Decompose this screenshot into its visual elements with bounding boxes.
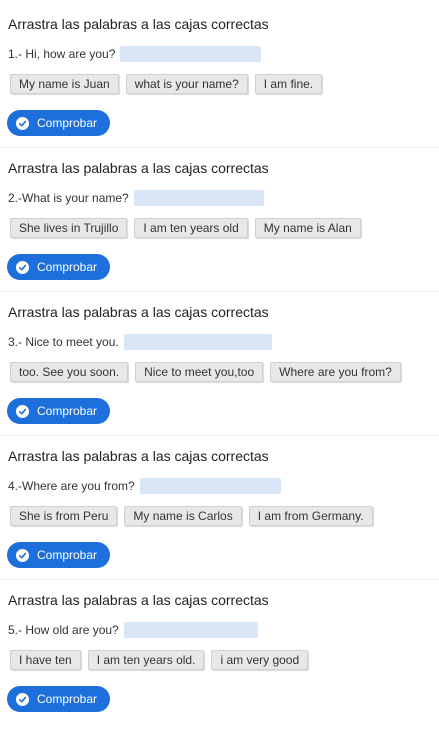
check-circle-icon xyxy=(16,548,29,562)
instruction-text: Arrastra las palabras a las cajas correc… xyxy=(8,448,269,464)
check-circle-icon xyxy=(16,404,29,418)
word-options: I have ten I am ten years old. i am very… xyxy=(10,650,315,670)
check-button-label: Comprobar xyxy=(37,692,98,706)
word-chip[interactable]: I have ten xyxy=(10,650,81,670)
check-button-label: Comprobar xyxy=(37,404,98,418)
question-line: 5.- How old are you? xyxy=(8,620,258,640)
exercise-2: Arrastra las palabras a las cajas correc… xyxy=(0,148,439,292)
check-circle-icon xyxy=(16,116,29,130)
answer-drop-box[interactable] xyxy=(139,478,281,494)
instruction-text: Arrastra las palabras a las cajas correc… xyxy=(8,592,269,608)
word-chip[interactable]: I am ten years old. xyxy=(87,650,205,670)
instruction-text: Arrastra las palabras a las cajas correc… xyxy=(8,16,269,32)
word-chip[interactable]: Nice to meet you,too xyxy=(135,362,264,382)
question-text: 4.-Where are you from? xyxy=(8,479,135,493)
check-button[interactable]: Comprobar xyxy=(7,254,111,280)
answer-drop-box[interactable] xyxy=(123,622,258,638)
exercise-4: Arrastra las palabras a las cajas correc… xyxy=(0,436,439,580)
exercise-1: Arrastra las palabras a las cajas correc… xyxy=(0,4,439,148)
word-options: She is from Peru My name is Carlos I am … xyxy=(10,506,380,526)
check-button-label: Comprobar xyxy=(37,116,98,130)
word-options: too. See you soon. Nice to meet you,too … xyxy=(10,362,408,382)
word-chip[interactable]: too. See you soon. xyxy=(10,362,129,382)
word-options: My name is Juan what is your name? I am … xyxy=(10,74,329,94)
answer-drop-box[interactable] xyxy=(133,190,264,206)
exercise-5: Arrastra las palabras a las cajas correc… xyxy=(0,580,439,724)
check-button[interactable]: Comprobar xyxy=(7,110,111,136)
word-chip[interactable]: I am from Germany. xyxy=(248,506,373,526)
check-button[interactable]: Comprobar xyxy=(7,398,111,424)
instruction-text: Arrastra las palabras a las cajas correc… xyxy=(8,160,269,176)
question-line: 1.- Hi, how are you? xyxy=(8,44,262,64)
question-text: 5.- How old are you? xyxy=(8,623,119,637)
word-chip[interactable]: My name is Juan xyxy=(10,74,119,94)
word-chip[interactable]: Where are you from? xyxy=(270,362,401,382)
exercise-3: Arrastra las palabras a las cajas correc… xyxy=(0,292,439,436)
question-line: 3.- Nice to meet you. xyxy=(8,332,272,352)
word-chip[interactable]: She is from Peru xyxy=(10,506,118,526)
check-button[interactable]: Comprobar xyxy=(7,542,111,568)
check-circle-icon xyxy=(16,692,29,706)
question-text: 2.-What is your name? xyxy=(8,191,129,205)
check-button[interactable]: Comprobar xyxy=(7,686,111,712)
answer-drop-box[interactable] xyxy=(123,334,272,350)
word-options: She lives in Trujillo I am ten years old… xyxy=(10,218,368,238)
word-chip[interactable]: I am fine. xyxy=(254,74,323,94)
question-line: 4.-Where are you from? xyxy=(8,476,281,496)
word-chip[interactable]: My name is Alan xyxy=(254,218,361,238)
check-button-label: Comprobar xyxy=(37,548,98,562)
word-chip[interactable]: what is your name? xyxy=(125,74,248,94)
question-text: 1.- Hi, how are you? xyxy=(8,47,116,61)
word-chip[interactable]: i am very good xyxy=(211,650,309,670)
word-chip[interactable]: My name is Carlos xyxy=(124,506,242,526)
check-button-label: Comprobar xyxy=(37,260,98,274)
word-chip[interactable]: I am ten years old xyxy=(134,218,248,238)
question-line: 2.-What is your name? xyxy=(8,188,264,208)
question-text: 3.- Nice to meet you. xyxy=(8,335,119,349)
answer-drop-box[interactable] xyxy=(120,46,262,62)
instruction-text: Arrastra las palabras a las cajas correc… xyxy=(8,304,269,320)
exercise-page: Arrastra las palabras a las cajas correc… xyxy=(0,0,439,730)
check-circle-icon xyxy=(16,260,29,274)
word-chip[interactable]: She lives in Trujillo xyxy=(10,218,128,238)
